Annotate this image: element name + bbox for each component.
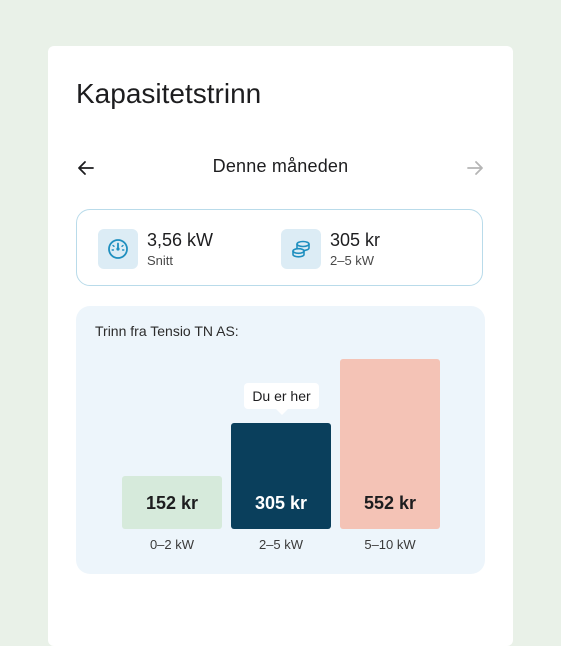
gauge-icon — [108, 239, 128, 259]
tier-bar-3-range: 5–10 kW — [364, 537, 416, 552]
coins-icon — [292, 240, 310, 258]
price-value: 305 kr — [330, 230, 381, 250]
capacity-card: Kapasitetstrinn Denne måneden 3,56 kW Sn… — [48, 46, 513, 646]
tier-bar-3[interactable]: 552 kr — [340, 359, 440, 529]
tier-provider-label: Trinn fra Tensio TN AS: — [95, 323, 239, 339]
price-range-label: 2–5 kW — [330, 253, 375, 268]
tier-panel: Trinn fra Tensio TN AS: Du er her 152 kr… — [76, 306, 485, 574]
summary-box: 3,56 kW Snitt 305 kr 2–5 kW — [76, 209, 483, 286]
tier-bar-2-value: 305 kr — [254, 493, 308, 513]
period-navigator: Denne måneden — [68, 150, 493, 186]
next-period-button[interactable] — [457, 150, 493, 186]
arrow-right-icon — [467, 161, 483, 175]
coins-icon-tile — [281, 229, 321, 269]
tier-bar-1-value: 152 kr — [145, 493, 199, 513]
tier-bar-2-range: 2–5 kW — [258, 537, 304, 552]
tier-bar-1[interactable]: 152 kr — [122, 476, 222, 529]
tier-bar-3-value: 552 kr — [363, 493, 417, 513]
gauge-icon-tile — [98, 229, 138, 269]
tier-bar-2[interactable]: 305 kr — [231, 423, 331, 529]
average-power-value: 3,56 kW — [147, 230, 214, 250]
average-power-label: Snitt — [147, 253, 174, 268]
current-tier-tooltip: Du er her — [244, 383, 319, 415]
period-label: Denne måneden — [212, 156, 349, 176]
page-title: Kapasitetstrinn — [76, 78, 262, 109]
tier-bar-1-range: 0–2 kW — [149, 537, 195, 552]
